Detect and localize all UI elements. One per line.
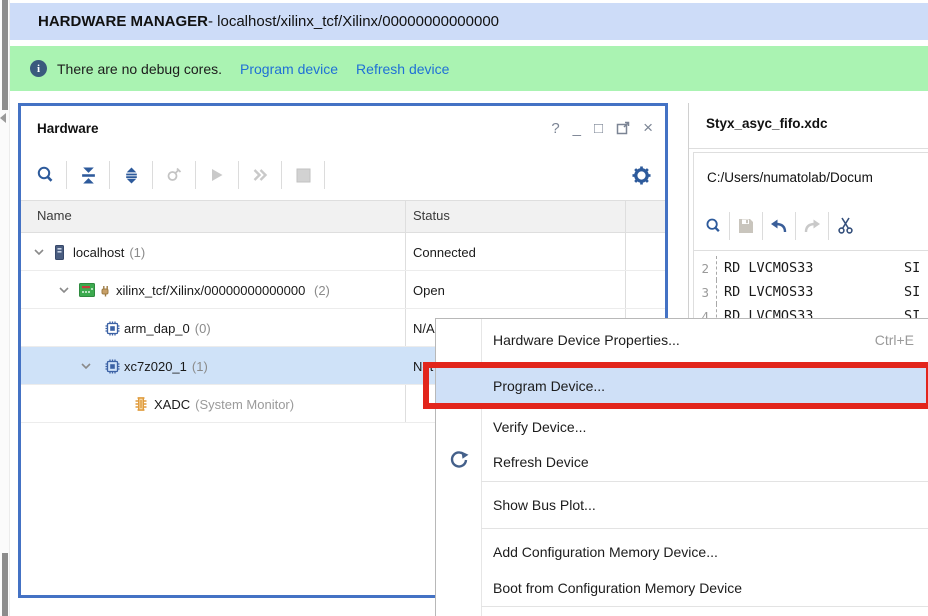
tree-row-xilinx-tcf[interactable]: xilinx_tcf/Xilinx/00000000000000 (2) Ope… xyxy=(21,271,665,309)
toolbar-separator xyxy=(281,161,282,189)
collapse-arrow-icon[interactable] xyxy=(0,113,6,123)
column-header-name[interactable]: Name xyxy=(37,208,72,223)
code-line: 2 RD LVCMOS33 SI xyxy=(694,256,928,280)
tree-item-label: xilinx_tcf/Xilinx/00000000000000 xyxy=(116,283,305,298)
tree-item-count: (1) xyxy=(129,245,145,260)
xadc-icon xyxy=(134,385,148,423)
menu-item-program-device[interactable]: Program Device... xyxy=(436,365,928,407)
status-cell: Open xyxy=(413,271,623,309)
status-cell: Connected xyxy=(413,233,623,271)
search-icon[interactable] xyxy=(702,212,724,240)
minimize-button[interactable]: _ xyxy=(573,120,581,137)
toolbar-separator xyxy=(828,212,829,240)
workspace-title-context: - localhost/xilinx_tcf/Xilinx/0000000000… xyxy=(208,13,499,30)
chip-icon xyxy=(104,347,121,385)
left-rail xyxy=(0,0,10,616)
panel-window-controls: ? _ □ × xyxy=(551,118,653,138)
menu-separator xyxy=(481,528,928,529)
toolbar-separator xyxy=(195,161,196,189)
hardware-panel-header: Hardware ? _ □ × xyxy=(21,106,665,150)
help-button[interactable]: ? xyxy=(551,120,559,137)
chevron-down-icon[interactable] xyxy=(80,347,92,385)
editor-toolbar xyxy=(694,201,928,251)
plug-icon xyxy=(99,271,112,309)
menu-item-hardware-device-properties[interactable]: Hardware Device Properties... Ctrl+E xyxy=(436,321,928,359)
tree-item-count: (1) xyxy=(192,359,208,374)
code-line: 3 RD LVCMOS33 SI xyxy=(694,280,928,304)
toolbar-separator xyxy=(66,161,67,189)
tree-item-count: (2) xyxy=(314,283,330,298)
run-icon xyxy=(203,161,231,189)
menu-separator xyxy=(481,481,928,482)
menu-item-verify-device[interactable]: Verify Device... xyxy=(436,409,928,445)
chevron-down-icon[interactable] xyxy=(58,271,70,309)
toolbar-separator xyxy=(238,161,239,189)
editor-tabbar: Styx_asyc_fifo.xdc xyxy=(689,103,928,149)
tree-table-header: Name Status xyxy=(21,200,665,233)
device-context-menu: Hardware Device Properties... Ctrl+E Pro… xyxy=(435,318,928,616)
step-icon xyxy=(246,161,274,189)
rail-scroll-handle-bottom[interactable] xyxy=(2,553,8,616)
save-icon xyxy=(735,212,757,240)
refresh-device-link[interactable]: Refresh device xyxy=(356,61,449,77)
workspace-titlebar: HARDWARE MANAGER - localhost/xilinx_tcf/… xyxy=(10,3,928,40)
chip-icon xyxy=(104,309,121,347)
banner-message: There are no debug cores. xyxy=(57,61,222,77)
chevron-down-icon[interactable] xyxy=(33,233,45,271)
menu-item-refresh-device[interactable]: Refresh Device xyxy=(436,445,928,479)
tree-row-localhost[interactable]: localhost (1) Connected xyxy=(21,233,665,271)
file-path: C:/Users/numatolab/Docum xyxy=(694,153,928,201)
server-icon xyxy=(55,233,64,271)
tree-item-label: localhost xyxy=(73,245,124,260)
menu-item-add-configuration-memory-device[interactable]: Add Configuration Memory Device... xyxy=(436,533,928,570)
info-icon: i xyxy=(30,60,47,77)
menu-item-show-bus-plot[interactable]: Show Bus Plot... xyxy=(436,486,928,524)
tree-item-label: XADC xyxy=(154,397,190,412)
tree-item-label: xc7z020_1 xyxy=(124,359,187,374)
panel-title: Hardware xyxy=(37,121,99,136)
cut-icon[interactable] xyxy=(834,212,856,240)
info-banner: i There are no debug cores. Program devi… xyxy=(10,46,928,91)
menu-item-boot-from-configuration-memory-device[interactable]: Boot from Configuration Memory Device xyxy=(436,570,928,606)
code-area[interactable]: 2 RD LVCMOS33 SI 3 RD LVCMOS33 SI 4 RD L… xyxy=(694,251,928,328)
menu-separator xyxy=(481,606,928,607)
column-header-status[interactable]: Status xyxy=(413,208,450,223)
settings-gear-icon[interactable] xyxy=(627,161,655,189)
line-number: 2 xyxy=(694,261,716,276)
undo-icon[interactable] xyxy=(768,212,790,240)
toolbar-separator xyxy=(795,212,796,240)
toolbar-separator xyxy=(109,161,110,189)
tab-styx-asyc-fifo[interactable]: Styx_asyc_fifo.xdc xyxy=(706,116,828,131)
line-number: 3 xyxy=(694,285,716,300)
menu-shortcut: Ctrl+E xyxy=(875,332,914,348)
toolbar-separator xyxy=(324,161,325,189)
auto-connect-icon xyxy=(160,161,188,189)
hardware-toolbar xyxy=(21,150,665,200)
search-icon[interactable] xyxy=(31,161,59,189)
maximize-button[interactable]: □ xyxy=(594,120,603,137)
workspace-title: HARDWARE MANAGER xyxy=(38,13,208,30)
redo-icon xyxy=(801,212,823,240)
rail-scroll-handle[interactable] xyxy=(2,0,8,110)
collapse-all-icon[interactable] xyxy=(74,161,102,189)
close-button[interactable]: × xyxy=(643,118,653,138)
board-icon xyxy=(79,271,95,309)
expand-all-icon[interactable] xyxy=(117,161,145,189)
toolbar-separator xyxy=(152,161,153,189)
program-device-link[interactable]: Program device xyxy=(240,61,338,77)
tree-item-label: arm_dap_0 xyxy=(124,321,190,336)
hardware-manager-screen: HARDWARE MANAGER - localhost/xilinx_tcf/… xyxy=(0,0,928,616)
toolbar-separator xyxy=(729,212,730,240)
stop-icon xyxy=(289,161,317,189)
tree-item-count: (0) xyxy=(195,321,211,336)
tree-item-subtext: (System Monitor) xyxy=(195,397,294,412)
float-window-icon[interactable] xyxy=(616,121,630,135)
toolbar-separator xyxy=(762,212,763,240)
